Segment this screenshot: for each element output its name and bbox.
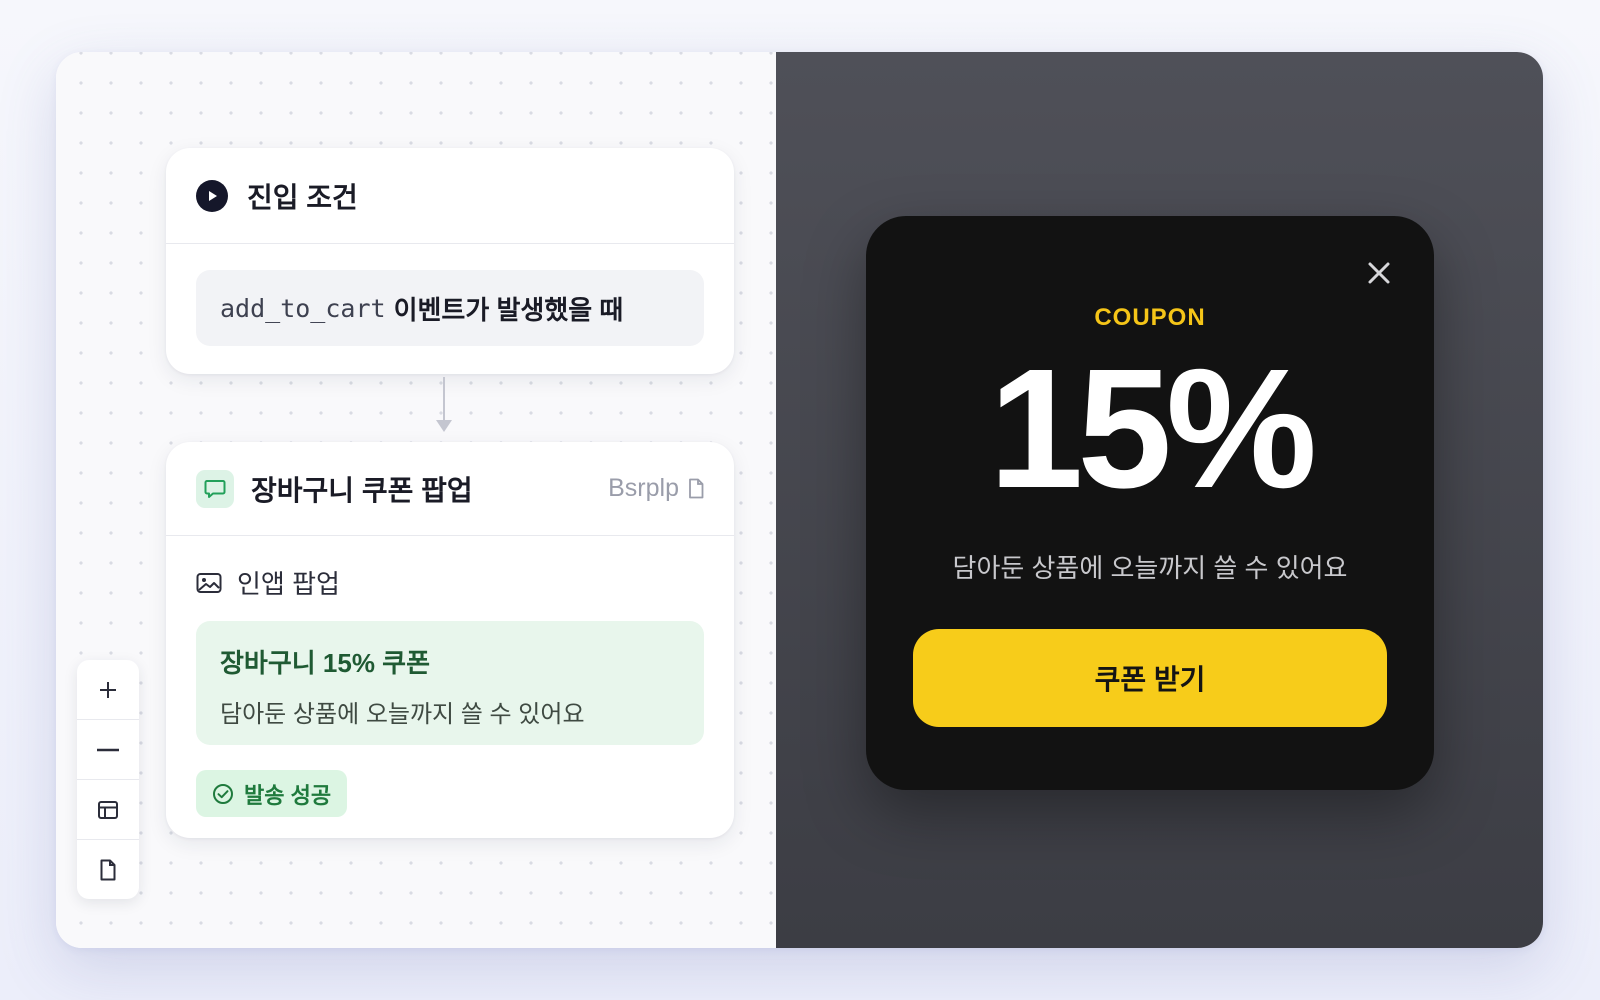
layout-button[interactable]: [77, 780, 139, 840]
flow-canvas[interactable]: 진입 조건 add_to_cart 이벤트가 발생했을 때 장바구니 쿠폰 팝업…: [56, 52, 776, 948]
document-button[interactable]: [77, 840, 139, 899]
condition-event-code: add_to_cart: [220, 293, 386, 323]
campaign-code-text: Bsrplp: [608, 474, 679, 502]
get-coupon-button[interactable]: 쿠폰 받기: [913, 629, 1387, 727]
layout-icon: [98, 800, 118, 819]
discount-percent: 15%: [988, 334, 1317, 524]
message-content-body: 담아둔 상품에 오늘까지 쓸 수 있어요: [220, 701, 585, 728]
status-badge-label: 발송 성공: [244, 782, 332, 808]
condition-box[interactable]: add_to_cart 이벤트가 발생했을 때: [196, 270, 704, 346]
image-icon: [196, 572, 222, 593]
popup-card-title: 장바구니 쿠폰 팝업: [251, 474, 473, 506]
minus-icon: [97, 748, 119, 751]
coupon-popup-preview: COUPON 15% 담아둔 상품에 오늘까지 쓸 수 있어요 쿠폰 받기: [866, 216, 1434, 790]
condition-text: 이벤트가 발생했을 때: [393, 294, 624, 325]
check-circle-icon: [213, 783, 233, 804]
zoom-in-button[interactable]: [77, 660, 139, 720]
play-icon: [196, 179, 228, 212]
close-button[interactable]: [1364, 258, 1394, 288]
document-icon: [100, 859, 116, 880]
coupon-label: COUPON: [1094, 304, 1206, 331]
entry-card-header: 진입 조건: [166, 148, 734, 244]
canvas-toolbar: [77, 660, 139, 899]
close-icon: [1368, 262, 1390, 284]
preview-panel: COUPON 15% 담아둔 상품에 오늘까지 쓸 수 있어요 쿠폰 받기: [776, 52, 1543, 948]
message-type-label: 인앱 팝업: [237, 569, 340, 599]
entry-condition-card[interactable]: 진입 조건 add_to_cart 이벤트가 발생했을 때: [166, 148, 734, 374]
entry-card-title: 진입 조건: [247, 181, 358, 213]
popup-description: 담아둔 상품에 오늘까지 쓸 수 있어요: [952, 553, 1348, 583]
app-frame: 진입 조건 add_to_cart 이벤트가 발생했을 때 장바구니 쿠폰 팝업…: [56, 52, 1543, 948]
campaign-code[interactable]: Bsrplp: [608, 474, 704, 503]
popup-node-card[interactable]: 장바구니 쿠폰 팝업 Bsrplp 인앱 팝업 장바구니 15% 쿠폰 담아둔 …: [166, 442, 734, 838]
message-content-title: 장바구니 15% 쿠폰: [220, 648, 431, 678]
status-badge: 발송 성공: [196, 770, 348, 817]
zoom-out-button[interactable]: [77, 720, 139, 780]
flow-connector-arrow: [436, 420, 452, 432]
message-content-preview[interactable]: 장바구니 15% 쿠폰 담아둔 상품에 오늘까지 쓸 수 있어요: [196, 621, 704, 745]
plus-icon: [100, 681, 116, 698]
popup-card-header: 장바구니 쿠폰 팝업 Bsrplp: [166, 442, 734, 536]
copy-document-icon[interactable]: [688, 478, 704, 499]
message-icon: [196, 469, 234, 508]
message-type-row: 인앱 팝업: [166, 564, 734, 601]
